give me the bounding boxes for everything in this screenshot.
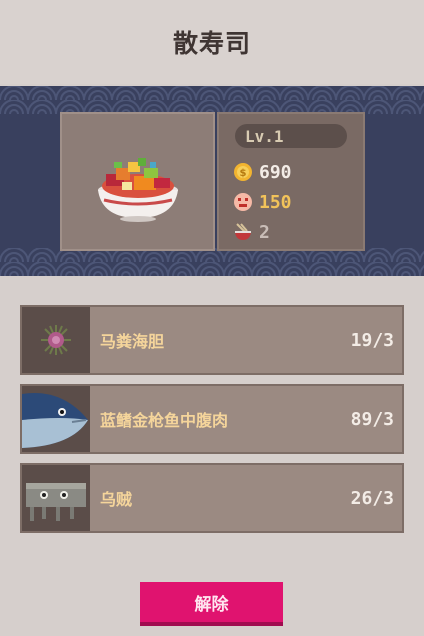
- dish-image-frame: [60, 112, 215, 251]
- fans-stat: 150: [233, 190, 292, 214]
- coin-icon: $: [234, 163, 252, 181]
- ingredient-count: 19/3: [350, 329, 394, 351]
- squid-icon: [22, 465, 90, 531]
- ingredient-count: 89/3: [350, 408, 394, 430]
- ingredient-name: 蓝鳍金枪鱼中腹肉: [100, 411, 229, 430]
- ingredient-count: 26/3: [350, 487, 394, 509]
- bowl-count-value: 2: [259, 221, 270, 243]
- ingredient-thumbnail: [22, 386, 90, 452]
- smiley-face-icon: [234, 193, 252, 211]
- wave-pattern-bottom: [0, 248, 424, 276]
- bowl-chopsticks-icon: [235, 223, 251, 240]
- fans-value: 150: [259, 191, 292, 213]
- coin-stat: $ 690: [233, 160, 292, 184]
- ingredient-name: 马粪海胆: [100, 332, 165, 351]
- ingredient-row-sea-urchin[interactable]: 马粪海胆 19/3: [20, 305, 404, 375]
- dish-stats-panel: Lv.1 $ 690 150 2: [217, 112, 365, 251]
- chirashi-bowl-icon: [98, 158, 178, 222]
- tuna-icon: [22, 386, 90, 452]
- ingredient-thumbnail: [22, 307, 90, 373]
- ingredient-thumbnail: [22, 465, 90, 531]
- ingredient-row-squid[interactable]: 乌贼 26/3: [20, 463, 404, 533]
- ingredient-name: 乌贼: [100, 490, 133, 509]
- unlock-button[interactable]: 解除: [140, 582, 283, 626]
- coin-value: 690: [259, 161, 292, 183]
- wave-pattern-top: [0, 86, 424, 114]
- svg-text:$: $: [240, 168, 247, 179]
- header: 散寿司: [0, 0, 424, 84]
- ingredient-row-tuna[interactable]: 蓝鳍金枪鱼中腹肉 89/3: [20, 384, 404, 454]
- page-title: 散寿司: [172, 29, 251, 58]
- sea-urchin-icon: [22, 307, 90, 373]
- bowl-count-stat: 2: [233, 220, 270, 244]
- level-badge: Lv.1: [235, 124, 347, 148]
